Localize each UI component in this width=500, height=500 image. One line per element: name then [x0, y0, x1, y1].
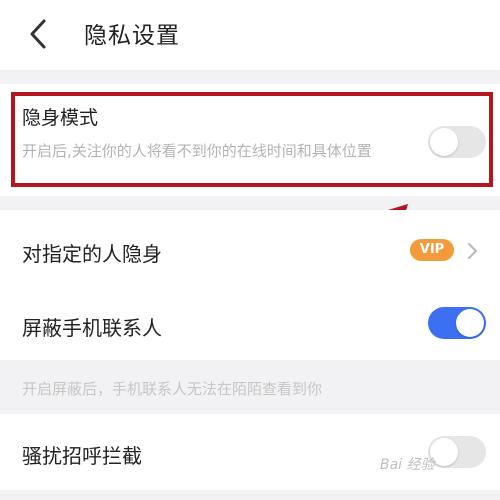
- chevron-left-icon[interactable]: [24, 16, 54, 52]
- block-contacts-hint: 开启屏蔽后，手机联系人无法在陌陌查看到你: [22, 380, 323, 398]
- page-title: 隐私设置: [84, 23, 180, 49]
- watermark: Bai 经验: [380, 457, 435, 473]
- toggle-knob: [456, 309, 484, 337]
- harassment-block-label: 骚扰招呼拦截: [22, 444, 142, 468]
- invisible-to-specific-label[interactable]: 对指定的人隐身: [22, 238, 162, 267]
- block-contacts-label: 屏蔽手机联系人: [22, 316, 162, 340]
- highlight-box: [11, 92, 493, 187]
- vip-badge: VIP: [410, 239, 454, 261]
- harassment-block-toggle[interactable]: [428, 436, 486, 468]
- chevron-right-icon[interactable]: [466, 242, 478, 260]
- header: 隐私设置: [0, 0, 500, 70]
- block-contacts-toggle[interactable]: [428, 307, 486, 339]
